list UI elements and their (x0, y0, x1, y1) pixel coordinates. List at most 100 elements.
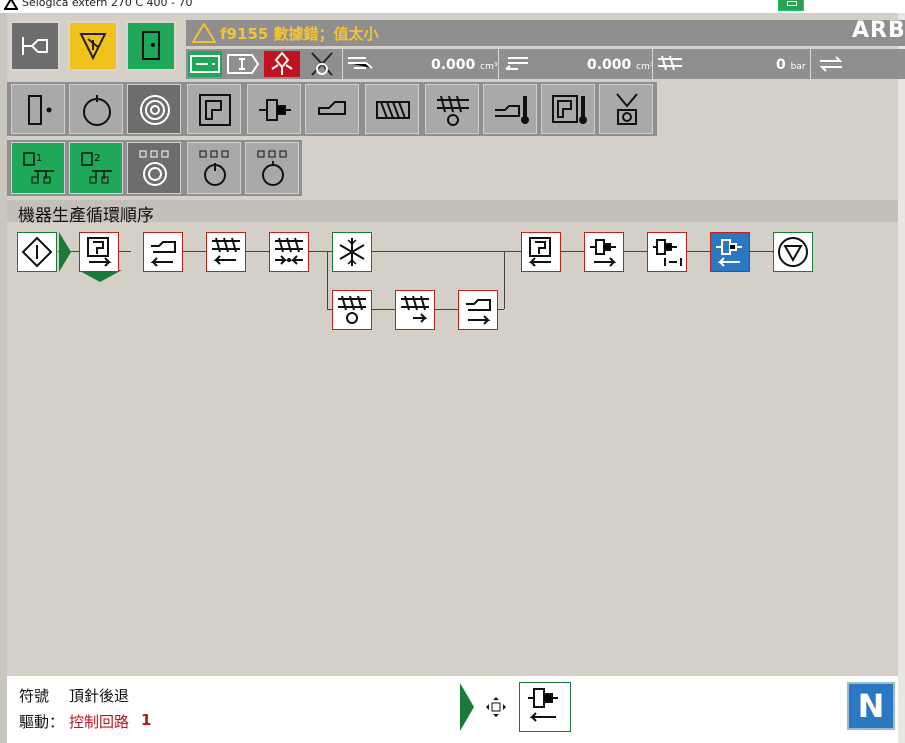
sequence-start-button[interactable] (245, 142, 299, 194)
step-ejector-vibrate[interactable] (647, 232, 687, 272)
drive-value: 控制回路 (69, 713, 130, 731)
window-title: Selogica extern 270 C 400 - 70 (22, 0, 193, 9)
svg-text:1: 1 (36, 153, 42, 164)
move-cursor-icon[interactable] (486, 697, 506, 717)
heating-indicator[interactable] (264, 51, 300, 77)
end-step[interactable] (773, 232, 813, 272)
warning-icon (192, 23, 216, 43)
ejector-forward-icon (590, 239, 617, 267)
alarm-button[interactable] (68, 21, 118, 71)
brand-logo: ARB (852, 18, 905, 43)
step-mold-close[interactable] (521, 232, 561, 272)
function-toolbar (7, 82, 657, 136)
ejector-back-icon (528, 688, 558, 722)
robot-disabled-icon (311, 52, 333, 76)
section-header: 機器生產循環順序 (7, 200, 898, 226)
n-button[interactable]: N (847, 682, 895, 730)
dosing-volume-icon (505, 57, 528, 70)
selected-step-preview[interactable] (519, 682, 571, 732)
card-key-indicator[interactable] (188, 51, 222, 77)
step-plasticize[interactable] (332, 290, 372, 330)
step-screw-back[interactable] (206, 232, 246, 272)
sequence-start-icon (257, 150, 287, 186)
minimize-button[interactable] (778, 0, 804, 11)
start-diamond-icon (21, 236, 53, 268)
drive-label: 驅動： (19, 713, 65, 731)
cycle-start-icon (142, 31, 160, 60)
start-step[interactable] (17, 232, 57, 272)
step-cooling[interactable] (332, 232, 372, 272)
left-edge (0, 13, 7, 743)
operation-mode-indicator[interactable] (226, 51, 260, 77)
step-mold-open[interactable] (79, 232, 119, 272)
step-unit-back[interactable] (143, 232, 183, 272)
sequence-1-button[interactable]: 1 (11, 142, 65, 194)
screw-icon (376, 101, 410, 119)
pressure-value: 0 bar (776, 57, 806, 73)
mold-temperature-button[interactable] (541, 84, 595, 134)
nozzle-temperature-button[interactable] (483, 84, 537, 134)
step-ejector-back[interactable] (710, 232, 750, 272)
text-cursor-icon (227, 54, 260, 74)
dosing-volume-value: 0.000 cm³ (587, 57, 654, 73)
step-decompression[interactable] (269, 232, 309, 272)
ejector-back-icon (716, 239, 742, 267)
robot-icon (616, 93, 638, 125)
sequence-diagram (7, 224, 898, 676)
end-triangle-icon (778, 237, 808, 267)
sequence-2-button[interactable]: 2 (69, 142, 123, 194)
robot-button[interactable] (599, 84, 653, 134)
cycle-repeat-icon[interactable] (816, 54, 846, 74)
alarm-icon (79, 33, 107, 61)
plasticizing-button[interactable] (425, 84, 479, 134)
status-bar: 0.000 cm³ 0.000 cm³ 0 bar (186, 49, 905, 79)
alarm-text: f9155 數據錯；值太小 (220, 25, 379, 43)
sequence-power-button[interactable] (187, 142, 241, 194)
mold-icon (199, 94, 231, 126)
card-key-icon (190, 55, 220, 73)
mold-temperature-icon (552, 95, 587, 124)
cycle-start-button[interactable] (126, 21, 176, 71)
alarm-bar[interactable]: f9155 數據錯；值太小 ARB (186, 18, 905, 46)
symbol-label: 符號 (19, 687, 50, 705)
mold-close-icon (528, 237, 551, 267)
auto-cycle-button[interactable] (127, 84, 181, 134)
screw-forward-icon (401, 295, 429, 323)
snowflake-icon (339, 238, 365, 266)
injection-unit-button[interactable] (305, 84, 359, 134)
drive-number: 1 (141, 711, 152, 729)
window-titlebar: Selogica extern 270 C 400 - 70 (0, 0, 905, 13)
sequence-cycle-icon (139, 150, 169, 186)
sequence-2-icon: 2 (81, 152, 112, 184)
single-cycle-button[interactable] (11, 84, 65, 134)
injection-unit-forward-icon (466, 299, 491, 325)
pressure-icon (658, 55, 682, 71)
sequence-toolbar: 1 2 (7, 140, 302, 196)
app-icon (4, 0, 18, 10)
mold-open-icon (87, 237, 112, 267)
mold-operation-icon (22, 37, 48, 55)
step-ejector-forward[interactable] (584, 232, 624, 272)
cycle-icon (83, 95, 111, 126)
sequence-power-icon (199, 150, 229, 186)
screw-button[interactable] (365, 84, 419, 134)
mold-button[interactable] (187, 84, 241, 134)
cycle-button[interactable] (69, 84, 123, 134)
svg-text:2: 2 (94, 153, 100, 164)
injection-unit-icon (318, 101, 346, 115)
right-edge (898, 13, 905, 743)
decompression-icon (275, 237, 303, 265)
plasticize-icon (338, 295, 366, 324)
play-marker-icon (460, 683, 474, 731)
sequence-cycle-button[interactable] (127, 142, 181, 194)
step-screw-forward[interactable] (395, 290, 435, 330)
ejector-button[interactable] (247, 84, 301, 134)
step-unit-forward[interactable] (458, 290, 498, 330)
mold-operation-button[interactable] (10, 21, 60, 71)
info-footer: 符號 頂針後退 驅動： 控制回路 1 N (7, 676, 898, 743)
single-cycle-icon (28, 95, 52, 125)
nozzle-temperature-icon (495, 96, 529, 124)
plasticizing-icon (437, 95, 469, 126)
sequence-start-marker (59, 232, 71, 272)
robot-indicator[interactable] (304, 51, 340, 77)
